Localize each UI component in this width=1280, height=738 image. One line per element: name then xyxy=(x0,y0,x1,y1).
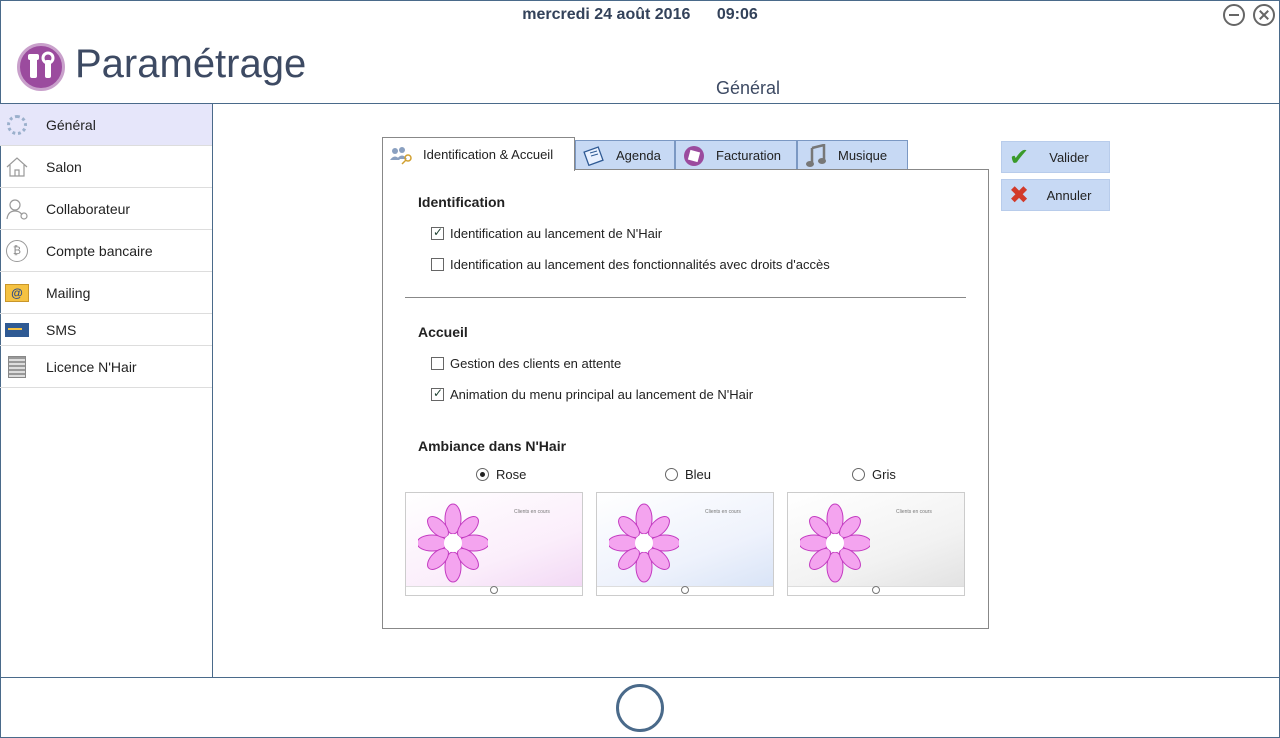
ambiance-bleu-radio[interactable] xyxy=(665,468,678,481)
sidebar-item-label: Mailing xyxy=(46,284,91,301)
sidebar-item-compte-bancaire[interactable]: ₿ Compte bancaire xyxy=(0,230,212,272)
button-label: Annuler xyxy=(1046,187,1092,203)
invoice-icon xyxy=(682,145,706,166)
sidebar-item-label: Salon xyxy=(46,158,82,175)
house-icon xyxy=(5,156,29,178)
settings-tools-icon xyxy=(17,43,65,91)
tab-label: Identification & Accueil xyxy=(423,147,554,162)
flower-logo-icon xyxy=(800,503,870,583)
sidebar-item-label: Collaborateur xyxy=(46,200,131,217)
radio-label: Gris xyxy=(872,467,896,482)
sidebar-item-salon[interactable]: Salon xyxy=(0,146,212,188)
tab-label: Musique xyxy=(838,148,888,163)
ambiance-bleu-preview[interactable]: Clients en cours xyxy=(596,492,774,596)
home-circle-button[interactable] xyxy=(616,684,664,732)
sidebar-item-mailing[interactable]: @ Mailing xyxy=(0,272,212,314)
ambiance-rose-option[interactable]: Rose xyxy=(476,467,526,482)
radio-label: Rose xyxy=(496,467,527,482)
tab-facturation[interactable]: Facturation xyxy=(675,140,797,170)
ambiance-gris-preview[interactable]: Clients en cours xyxy=(787,492,965,596)
sidebar-item-label: SMS xyxy=(46,321,77,338)
ambiance-title: Ambiance dans N'Hair xyxy=(418,438,567,454)
tab-label: Facturation xyxy=(716,148,782,163)
sidebar-item-label: Compte bancaire xyxy=(46,242,153,259)
identification-rights-option[interactable]: Identification au lancement des fonction… xyxy=(431,257,830,272)
page-title: Paramétrage xyxy=(75,42,307,86)
current-time: 09:06 xyxy=(716,6,758,23)
radio-label: Bleu xyxy=(685,467,712,482)
sidebar-item-label: Général xyxy=(46,116,96,133)
cross-icon: ✖ xyxy=(1008,182,1030,209)
validate-button[interactable]: ✔ Valider xyxy=(1001,141,1110,173)
minimize-icon[interactable] xyxy=(1223,4,1245,26)
user-icon xyxy=(5,198,29,220)
sidebar-item-label: Licence N'Hair xyxy=(46,358,137,375)
menu-animation-checkbox[interactable] xyxy=(431,386,444,401)
date-time-display: mercredi 24 août 2016 09:06 xyxy=(0,6,1280,24)
music-note-icon xyxy=(804,143,828,167)
sms-icon xyxy=(5,319,29,341)
waiting-clients-checkbox[interactable] xyxy=(431,357,444,370)
identification-launch-option[interactable]: Identification au lancement de N'Hair xyxy=(431,225,663,241)
identification-launch-checkbox[interactable] xyxy=(431,225,444,240)
preview-caption: Clients en cours xyxy=(896,509,932,515)
sidebar-item-general[interactable]: Général xyxy=(0,104,212,146)
checkbox-label: Gestion des clients en attente xyxy=(450,356,622,371)
mail-at-icon: @ xyxy=(5,282,29,304)
ambiance-rose-radio[interactable] xyxy=(476,468,489,481)
tab-musique[interactable]: Musique xyxy=(797,140,908,170)
section-title: Général xyxy=(715,78,781,98)
checkmark-icon: ✔ xyxy=(1008,144,1030,171)
accueil-title: Accueil xyxy=(418,324,468,340)
bank-coin-icon: ₿ xyxy=(5,239,29,262)
tools-glyph-icon xyxy=(28,51,55,78)
checkbox-label: Animation du menu principal au lancement… xyxy=(450,387,754,402)
cancel-button[interactable]: ✖ Annuler xyxy=(1001,179,1110,211)
preview-caption: Clients en cours xyxy=(705,509,741,515)
preview-caption: Clients en cours xyxy=(514,509,550,515)
current-date: mercredi 24 août 2016 xyxy=(522,6,691,23)
users-key-icon xyxy=(389,145,413,165)
identification-title: Identification xyxy=(418,194,506,210)
flower-logo-icon xyxy=(418,503,488,583)
sidebar: Général Salon Collaborateur ₿ Compte ban… xyxy=(0,104,213,677)
identification-rights-checkbox[interactable] xyxy=(431,258,444,271)
license-doc-icon xyxy=(5,355,29,378)
sidebar-item-sms[interactable]: SMS xyxy=(0,314,212,346)
flower-logo-icon xyxy=(609,503,679,583)
ambiance-rose-preview[interactable]: Clients en cours xyxy=(405,492,583,596)
tab-agenda[interactable]: Agenda xyxy=(575,140,675,170)
ambiance-gris-option[interactable]: Gris xyxy=(852,467,896,482)
menu-animation-option[interactable]: Animation du menu principal au lancement… xyxy=(431,386,754,402)
section-divider xyxy=(405,297,966,298)
waiting-clients-option[interactable]: Gestion des clients en attente xyxy=(431,356,621,371)
tab-label: Agenda xyxy=(616,148,661,163)
footer-divider xyxy=(0,677,1280,678)
ambiance-gris-radio[interactable] xyxy=(852,468,865,481)
checkbox-label: Identification au lancement des fonction… xyxy=(450,257,830,272)
button-label: Valider xyxy=(1049,149,1089,165)
ambiance-bleu-option[interactable]: Bleu xyxy=(665,467,711,482)
gears-icon xyxy=(5,114,29,136)
close-icon[interactable] xyxy=(1253,4,1275,26)
checkbox-label: Identification au lancement de N'Hair xyxy=(450,226,663,241)
sidebar-item-collaborateur[interactable]: Collaborateur xyxy=(0,188,212,230)
agenda-icon xyxy=(582,145,606,166)
sidebar-item-licence[interactable]: Licence N'Hair xyxy=(0,346,212,388)
tab-identification-accueil[interactable]: Identification & Accueil xyxy=(382,137,575,171)
